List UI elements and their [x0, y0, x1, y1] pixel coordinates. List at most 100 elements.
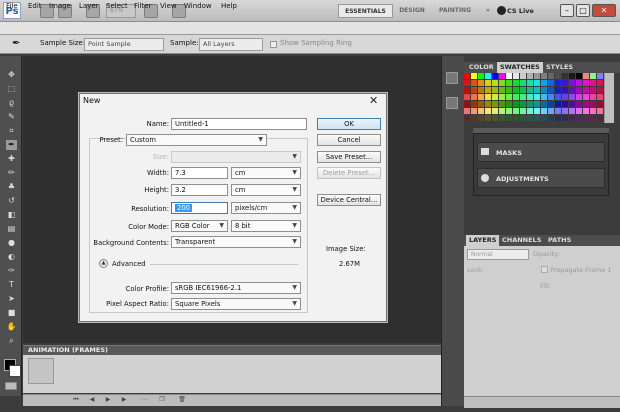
workspace-more-button[interactable]: »: [482, 4, 494, 18]
swatch[interactable]: [471, 80, 477, 86]
swatch[interactable]: [520, 115, 526, 121]
swatch[interactable]: [478, 115, 484, 121]
eyedropper-tool-icon-selected[interactable]: ✒: [6, 140, 17, 150]
swatch[interactable]: [534, 101, 540, 107]
swatch[interactable]: [520, 73, 526, 79]
animation-frame-thumbnail[interactable]: [28, 358, 54, 384]
maximize-button[interactable]: □: [576, 4, 590, 17]
swatch[interactable]: [548, 87, 554, 93]
swatch[interactable]: [506, 94, 512, 100]
swatch[interactable]: [555, 94, 561, 100]
menu-image[interactable]: Image: [49, 0, 71, 13]
swatch[interactable]: [562, 87, 568, 93]
next-frame-icon[interactable]: ▶: [120, 396, 128, 404]
swatch[interactable]: [485, 80, 491, 86]
swatch[interactable]: [548, 80, 554, 86]
height-unit-select[interactable]: cm ▼: [231, 184, 301, 196]
dodge-tool-icon[interactable]: ◐: [6, 252, 17, 262]
background-contents-select[interactable]: Transparent ▼: [171, 236, 301, 248]
blur-tool-icon[interactable]: ●: [6, 238, 17, 248]
swatch[interactable]: [576, 108, 582, 114]
swatch[interactable]: [492, 94, 498, 100]
zoom-tool-icon[interactable]: ⌕: [6, 336, 17, 346]
swatch[interactable]: [569, 94, 575, 100]
swatch[interactable]: [548, 94, 554, 100]
swatch[interactable]: [492, 80, 498, 86]
swatch[interactable]: [569, 80, 575, 86]
swatch[interactable]: [492, 101, 498, 107]
swatch[interactable]: [478, 101, 484, 107]
swatch[interactable]: [513, 101, 519, 107]
lasso-tool-icon[interactable]: ϱ: [6, 98, 17, 108]
swatch[interactable]: [576, 87, 582, 93]
crop-tool-icon[interactable]: ⌗: [6, 126, 17, 136]
swatch[interactable]: [583, 101, 589, 107]
healing-tool-icon[interactable]: ✚: [6, 154, 17, 164]
cs-live-menu[interactable]: CS Live: [507, 5, 553, 17]
menu-layer[interactable]: Layer: [79, 0, 99, 13]
swatch[interactable]: [527, 80, 533, 86]
workspace-painting[interactable]: PAINTING: [435, 4, 475, 18]
swatch[interactable]: [513, 87, 519, 93]
swatch[interactable]: [583, 94, 589, 100]
history-panel-icon[interactable]: [446, 72, 458, 84]
type-tool-icon[interactable]: T: [6, 280, 17, 290]
menu-view[interactable]: View: [160, 0, 177, 13]
swatch[interactable]: [492, 87, 498, 93]
swatch[interactable]: [492, 73, 498, 79]
swatch[interactable]: [464, 73, 470, 79]
brush-tool-icon[interactable]: ✏: [6, 168, 17, 178]
menu-window[interactable]: Window: [184, 0, 212, 13]
swatch[interactable]: [492, 108, 498, 114]
swatch[interactable]: [562, 115, 568, 121]
swatch[interactable]: [576, 73, 582, 79]
menu-edit[interactable]: Edit: [28, 0, 42, 13]
swatch[interactable]: [471, 94, 477, 100]
swatch[interactable]: [478, 108, 484, 114]
swatch[interactable]: [548, 115, 554, 121]
path-select-tool-icon[interactable]: ➤: [6, 294, 17, 304]
bit-depth-select[interactable]: 8 bit ▼: [231, 220, 301, 232]
swatch[interactable]: [513, 80, 519, 86]
swatch[interactable]: [590, 94, 596, 100]
width-input[interactable]: 7.3: [171, 167, 228, 179]
actions-panel-icon[interactable]: [446, 97, 458, 109]
swatch[interactable]: [562, 80, 568, 86]
eyedropper-tool-icon[interactable]: ✒: [12, 38, 20, 50]
quick-mask-icon[interactable]: [5, 382, 17, 390]
menu-file[interactable]: File: [6, 0, 18, 13]
swatch[interactable]: [555, 101, 561, 107]
marquee-tool-icon[interactable]: ⬚: [6, 84, 17, 94]
tab-channels[interactable]: CHANNELS: [499, 235, 544, 246]
swatch[interactable]: [541, 94, 547, 100]
swatch[interactable]: [597, 80, 603, 86]
swatch[interactable]: [478, 80, 484, 86]
swatch[interactable]: [555, 73, 561, 79]
swatch[interactable]: [485, 87, 491, 93]
swatch[interactable]: [499, 108, 505, 114]
swatch[interactable]: [583, 73, 589, 79]
swatch[interactable]: [583, 80, 589, 86]
swatch[interactable]: [527, 94, 533, 100]
swatch[interactable]: [590, 80, 596, 86]
resolution-unit-select[interactable]: pixels/cm ▼: [231, 202, 301, 214]
swatch[interactable]: [471, 115, 477, 121]
duplicate-frame-icon[interactable]: ❐: [158, 396, 166, 404]
swatch[interactable]: [590, 101, 596, 107]
color-profile-select[interactable]: sRGB IEC61966-2.1 ▼: [171, 282, 301, 294]
shape-tool-icon[interactable]: ■: [6, 308, 17, 318]
tab-styles[interactable]: STYLES: [543, 62, 576, 73]
name-input[interactable]: Untitled-1: [171, 118, 307, 130]
quick-select-tool-icon[interactable]: ✎: [6, 112, 17, 122]
swatch[interactable]: [562, 101, 568, 107]
swatch[interactable]: [569, 108, 575, 114]
swatch[interactable]: [513, 115, 519, 121]
swatch[interactable]: [583, 87, 589, 93]
swatch[interactable]: [576, 94, 582, 100]
swatch[interactable]: [464, 80, 470, 86]
swatch[interactable]: [576, 115, 582, 121]
adjustments-panel-button[interactable]: ADJUSTMENTS: [477, 168, 605, 188]
minimize-button[interactable]: –: [560, 4, 574, 17]
swatch[interactable]: [569, 87, 575, 93]
animation-panel-title[interactable]: ANIMATION (FRAMES): [28, 345, 108, 355]
